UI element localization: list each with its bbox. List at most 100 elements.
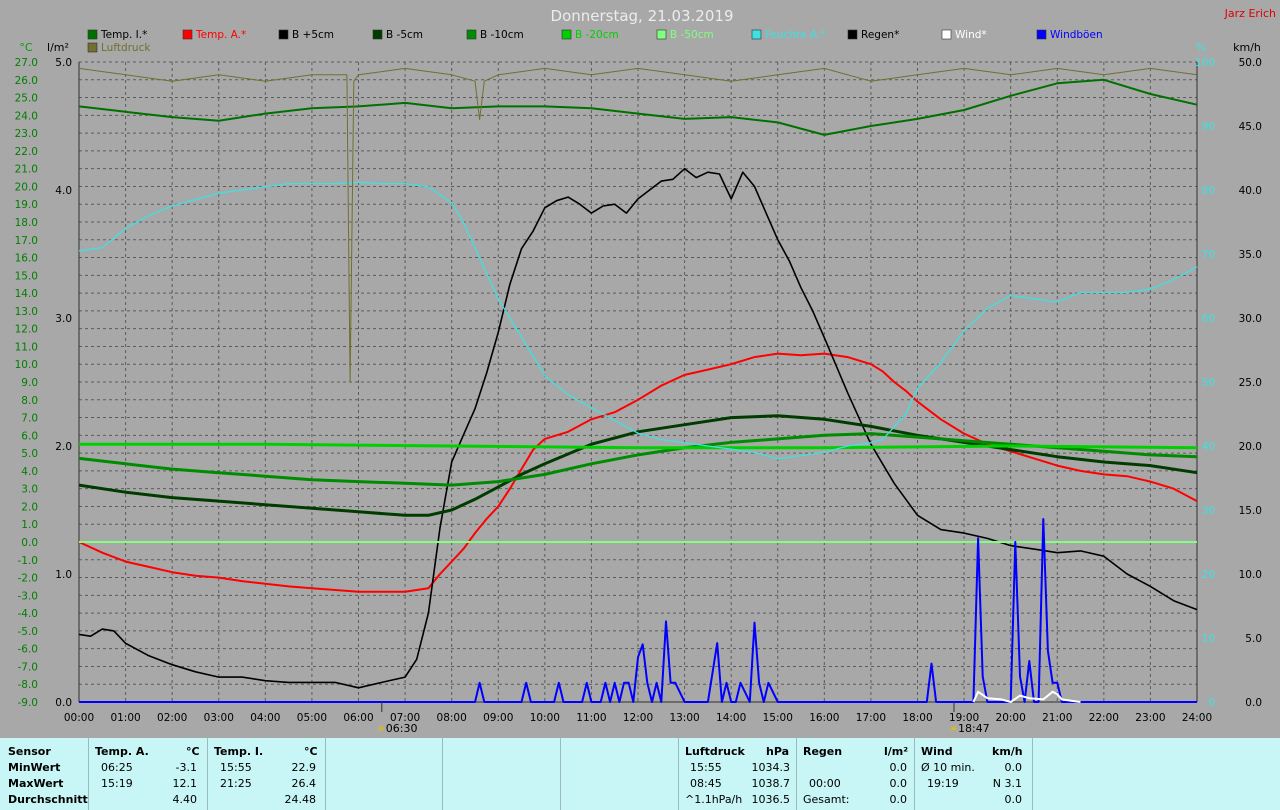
temp-tick-label: -1.0 [18,555,39,567]
time-tick-label: 04:00 [250,712,280,724]
time-tick-label: 13:00 [669,712,699,724]
time-tick-label: 15:00 [763,712,793,724]
wind-header: Wind [921,745,953,758]
rain-tick-label: 1.0 [55,569,72,581]
humidity-tick-label: 70 [1202,249,1215,261]
pressure-min-time: 15:55 [690,761,722,774]
temp-tick-label: 22.0 [15,146,38,158]
statistics-panel: Sensor MinWert MaxWert Durchschnitt Temp… [0,738,1280,810]
pressure-unit: hPa [766,745,790,758]
temp-tick-label: 9.0 [21,377,38,389]
rain-max-time: 00:00 [809,777,841,790]
wind-tick-label: 0.0 [1245,697,1262,709]
temp-i-avg: 24.48 [284,793,317,806]
weather-chart-window: Donnerstag, 21.03.2019 Jarz Erich °C l/m… [0,0,1280,810]
rain-max: 0.0 [889,777,908,790]
rain-tick-label: 2.0 [55,441,72,453]
legend-swatch [751,29,762,40]
wind-tick-label: 20.0 [1239,441,1262,453]
temp-tick-label: -9.0 [18,697,39,709]
wind-unit: km/h [992,745,1023,758]
time-tick-label: 06:00 [343,712,373,724]
wind-tick-label: 30.0 [1239,313,1262,325]
temp-tick-label: 14.0 [15,288,38,300]
time-tick-label: 22:00 [1089,712,1119,724]
time-tick-label: 12:00 [623,712,653,724]
temp-tick-label: -7.0 [18,661,39,673]
sunrise-marker: ☀ 06:30 [377,722,418,735]
time-tick-label: 16:00 [809,712,839,724]
legend-label: Temp. A.* [195,29,246,41]
temp-tick-label: -3.0 [18,590,39,602]
chart-title: Donnerstag, 21.03.2019 [551,7,734,25]
temp-tick-label: 20.0 [15,181,38,193]
temp-tick-label: 5.0 [21,448,38,460]
time-tick-label: 02:00 [157,712,187,724]
legend-swatch [278,29,289,40]
rain-min: 0.0 [889,761,908,774]
humidity-tick-label: 20 [1202,569,1215,581]
temp-tick-label: 3.0 [21,484,38,496]
time-tick-label: 18:00 [902,712,932,724]
rain-tick-label: 5.0 [55,57,72,69]
temp-tick-label: -8.0 [18,679,39,691]
legend-swatch [87,42,98,53]
temp-tick-label: 17.0 [15,235,38,247]
wind-avg: 0.0 [1004,761,1023,774]
humidity-tick-label: 0 [1208,697,1215,709]
wind-tick-label: 40.0 [1239,185,1262,197]
legend-label: B -10cm [480,29,524,41]
temp-a-max: 12.1 [172,777,198,790]
temp-a-avg: 4.40 [172,793,198,806]
temp-tick-label: 15.0 [15,270,38,282]
rain-total: 0.0 [889,793,908,806]
wind-max-time: 19:19 [927,777,959,790]
temp-a-unit: °C [186,745,200,758]
row-min-label: MinWert [8,761,61,774]
sunset-marker: ☀ 18:47 [949,722,990,735]
sensor-header: Sensor [8,745,51,758]
wind-mean: 0.0 [1004,793,1023,806]
time-tick-label: 11:00 [576,712,606,724]
humidity-tick-label: 10 [1202,633,1215,645]
temp-tick-label: 21.0 [15,164,38,176]
humidity-axis-unit: % [1196,41,1206,54]
temp-tick-label: 8.0 [21,395,38,407]
wind-axis-unit: km/h [1233,41,1261,54]
legend-swatch [182,29,193,40]
sunrise-icon: ☀ [377,724,386,735]
legend-label: Feuchte A.* [765,29,826,41]
humidity-tick-label: 60 [1202,313,1215,325]
humidity-tick-label: 100 [1195,57,1215,69]
legend-label: B -50cm [670,29,714,41]
legend-swatch [1036,29,1047,40]
temp-tick-label: 16.0 [15,253,38,265]
temp-tick-label: 10.0 [15,359,38,371]
time-tick-label: 17:00 [856,712,886,724]
temp-a-min-time: 06:25 [101,761,133,774]
legend-swatch [847,29,858,40]
temp-axis-unit: °C [19,41,33,54]
temp-tick-label: 0.0 [21,537,38,549]
sunset-icon: ☀ [949,724,958,735]
legend-label: Luftdruck [101,42,151,54]
pressure-header: Luftdruck [685,745,745,758]
humidity-tick-label: 80 [1202,185,1215,197]
pressure-trend: ^1.1hPa/h [685,793,743,806]
legend-label: Wind* [955,29,987,41]
legend-swatch [656,29,667,40]
pressure-max-time: 08:45 [690,777,722,790]
wind-tick-label: 5.0 [1245,633,1262,645]
temp-i-min: 22.9 [291,761,317,774]
legend-swatch [372,29,383,40]
temp-i-min-time: 15:55 [220,761,252,774]
temp-i-unit: °C [304,745,318,758]
temp-tick-label: 1.0 [21,519,38,531]
author-label: Jarz Erich [1224,7,1276,20]
legend-label: B +5cm [292,29,334,41]
rain-total-label: Gesamt: [803,793,850,806]
rain-header: Regen [803,745,843,758]
time-tick-label: 20:00 [996,712,1026,724]
time-tick-label: 24:00 [1182,712,1212,724]
temp-i-max: 26.4 [291,777,317,790]
